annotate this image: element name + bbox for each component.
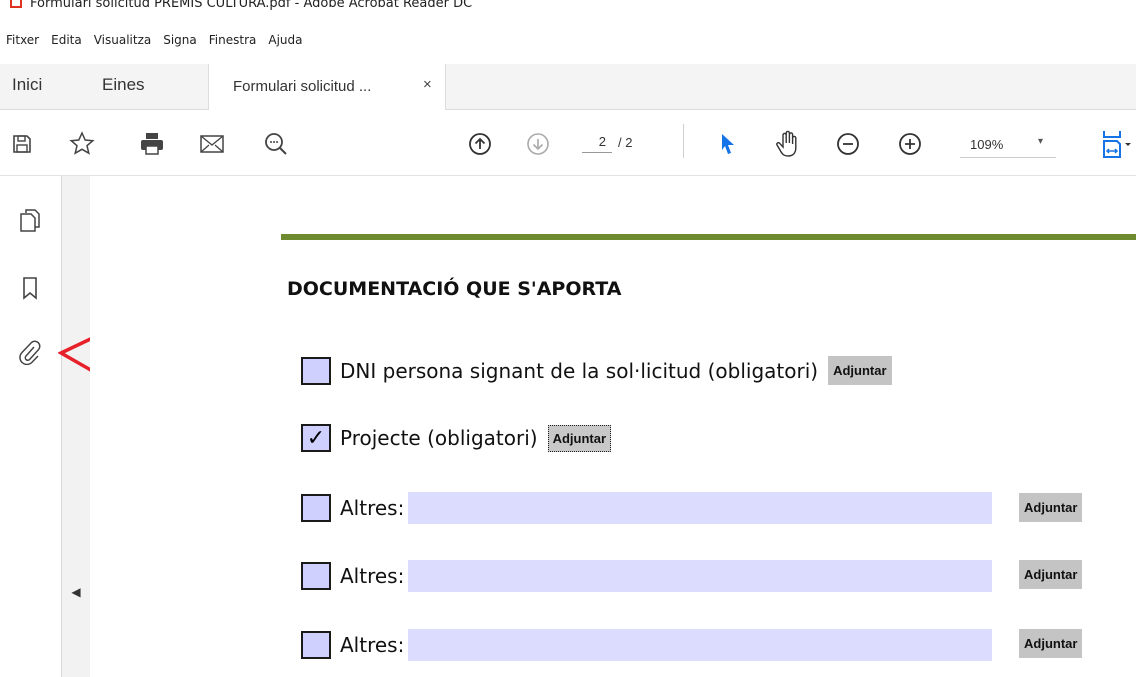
nav-pane-collapse-strip: ◀ — [62, 176, 90, 677]
acrobat-icon — [10, 0, 22, 8]
menu-finestra[interactable]: Finestra — [209, 33, 257, 47]
attach-button[interactable]: Adjuntar — [547, 424, 612, 452]
item-label: Altres: — [340, 496, 405, 520]
attachments-icon[interactable] — [16, 338, 44, 366]
select-cursor-icon[interactable] — [714, 130, 742, 158]
page-number-input[interactable] — [582, 131, 612, 153]
fit-page-icon[interactable] — [1100, 130, 1134, 158]
item-label: DNI persona signant de la sol·licitud (o… — [340, 358, 819, 383]
zoom-level-select[interactable]: 109% ▾ — [960, 132, 1056, 158]
page-navigator: / 2 — [582, 131, 632, 153]
toolbar-divider — [683, 124, 684, 158]
window-title: Formulari solicitud PREMIS CULTURA.pdf -… — [30, 0, 473, 11]
attach-button[interactable]: Adjuntar — [1019, 493, 1083, 522]
menu-edita[interactable]: Edita — [51, 33, 82, 47]
item-label: Projecte (obligatori) — [340, 426, 538, 450]
bookmarks-icon[interactable] — [16, 274, 44, 302]
collapse-pane-icon[interactable]: ◀ — [68, 582, 84, 602]
menu-visualitza[interactable]: Visualitza — [94, 33, 152, 47]
page-thumbnails-icon[interactable] — [16, 206, 44, 234]
bookmark-star-icon[interactable] — [68, 130, 96, 158]
page-up-icon[interactable] — [466, 130, 494, 158]
email-icon[interactable] — [198, 130, 226, 158]
zoom-in-icon[interactable] — [896, 130, 924, 158]
save-icon[interactable] — [8, 130, 36, 158]
navigation-pane — [0, 176, 62, 677]
page-down-icon[interactable] — [524, 130, 552, 158]
attach-button[interactable]: Adjuntar — [1019, 560, 1083, 589]
altres-text-field[interactable] — [408, 492, 993, 524]
item-label: Altres: — [340, 633, 405, 657]
zoom-out-icon[interactable] — [834, 130, 862, 158]
chevron-down-icon: ▾ — [1038, 136, 1044, 147]
tab-home[interactable]: Inici — [12, 75, 42, 95]
tab-document[interactable]: Formulari solicitud ... × — [208, 64, 446, 110]
window-title-bar: Formulari solicitud PREMIS CULTURA.pdf -… — [0, 0, 1136, 22]
list-item: DNI persona signant de la sol·licitud (o… — [301, 356, 892, 385]
section-divider — [281, 234, 1136, 240]
close-tab-icon[interactable]: × — [423, 76, 432, 93]
tab-bar: Inici Eines Formulari solicitud ... × — [0, 64, 1136, 110]
attach-button[interactable]: Adjuntar — [828, 356, 892, 385]
checkbox-altres[interactable] — [301, 562, 331, 590]
document-view: DOCUMENTACIÓ QUE S'APORTA DNI persona si… — [90, 176, 1136, 677]
checkmark-icon: ✓ — [306, 425, 326, 450]
zoom-level-value: 109% — [970, 137, 1004, 152]
list-item: Altres: — [301, 492, 993, 524]
altres-text-field[interactable] — [408, 560, 993, 592]
zoom-search-icon[interactable] — [262, 130, 290, 158]
altres-text-field[interactable] — [408, 629, 993, 661]
checkbox-altres[interactable] — [301, 494, 331, 522]
menu-fitxer[interactable]: Fitxer — [6, 33, 39, 47]
menu-bar: Fitxer Edita Visualitza Signa Finestra A… — [0, 22, 1136, 64]
section-heading: DOCUMENTACIÓ QUE S'APORTA — [287, 278, 622, 300]
attach-button[interactable]: Adjuntar — [1019, 629, 1083, 658]
list-item: ✓ Projecte (obligatori) Adjuntar — [301, 424, 612, 452]
tab-document-label: Formulari solicitud ... — [233, 78, 372, 95]
page-total: / 2 — [618, 134, 633, 150]
list-item: Altres: — [301, 629, 993, 661]
list-item: Altres: — [301, 560, 993, 592]
item-label: Altres: — [340, 564, 405, 588]
checkbox-altres[interactable] — [301, 631, 331, 659]
toolbar: / 2 109% ▾ — [0, 110, 1136, 176]
checkbox-projecte[interactable]: ✓ — [301, 424, 331, 452]
menu-ajuda[interactable]: Ajuda — [268, 33, 302, 47]
print-icon[interactable] — [138, 130, 166, 158]
checkbox-dni[interactable] — [301, 356, 331, 385]
tab-tools[interactable]: Eines — [102, 75, 145, 95]
hand-tool-icon[interactable] — [774, 130, 802, 158]
menu-signa[interactable]: Signa — [163, 33, 197, 47]
